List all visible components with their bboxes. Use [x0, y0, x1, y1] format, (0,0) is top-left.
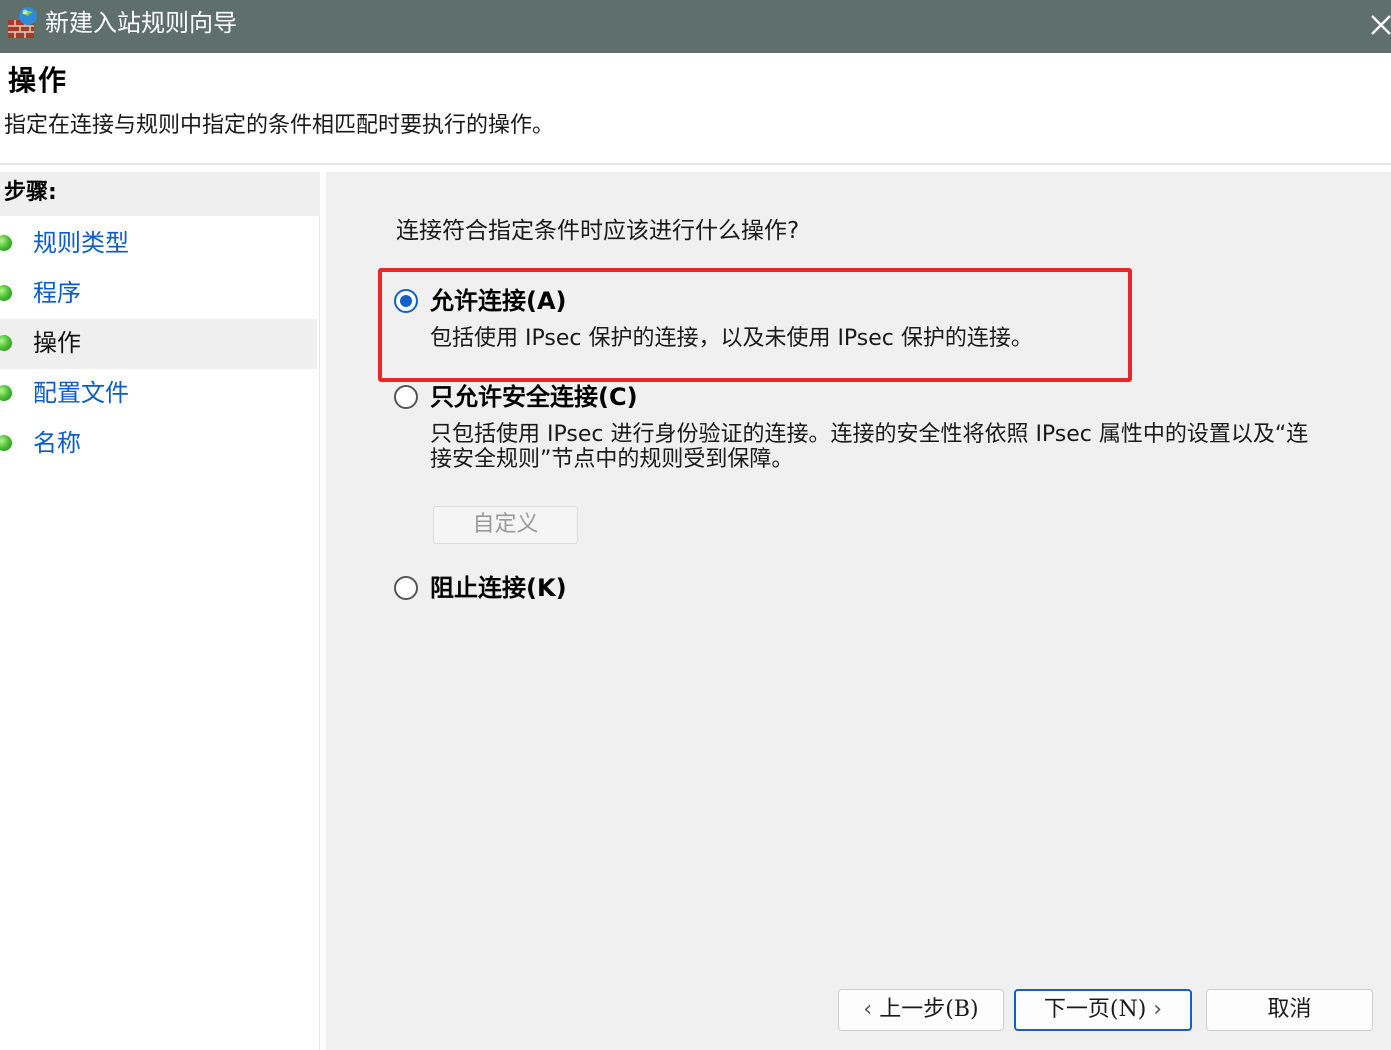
allow-radio[interactable] [394, 289, 418, 313]
next-button[interactable]: 下一页(N) › [1014, 989, 1192, 1031]
sidebar-item-rule-type[interactable]: 规则类型 [0, 219, 317, 269]
firewall-icon [8, 7, 37, 38]
page-title: 操作 [8, 64, 69, 97]
green-dot-icon [0, 235, 12, 251]
green-dot-icon [0, 385, 12, 401]
chevron-right-icon: › [1153, 997, 1163, 1022]
sidebar-item-label: 配置文件 [33, 379, 129, 407]
sidebar-item-name[interactable]: 名称 [0, 419, 317, 469]
wizard-header: 操作 指定在连接与规则中指定的条件相匹配时要执行的操作。 [0, 53, 1391, 165]
allow-description: 包括使用 IPsec 保护的连接，以及未使用 IPsec 保护的连接。 [430, 326, 1033, 351]
sidebar-item-label: 名称 [33, 429, 81, 457]
sidebar-item-profile[interactable]: 配置文件 [0, 369, 317, 419]
chevron-left-icon: ‹ [863, 997, 873, 1022]
title-bar: 新建入站规则向导 [0, 0, 1391, 53]
green-dot-icon [0, 435, 12, 451]
customize-button[interactable]: 自定义 [433, 506, 578, 544]
allow-secure-radio[interactable] [394, 385, 418, 409]
close-icon[interactable] [1364, 6, 1391, 42]
window-title: 新建入站规则向导 [45, 9, 237, 37]
sidebar-item-label: 程序 [33, 279, 81, 307]
cancel-button[interactable]: 取消 [1206, 989, 1373, 1031]
block-label[interactable]: 阻止连接(K) [430, 571, 567, 605]
action-question: 连接符合指定条件时应该进行什么操作? [396, 218, 800, 244]
sidebar-item-label: 操作 [33, 329, 81, 357]
allow-secure-label[interactable]: 只允许安全连接(C) [430, 380, 638, 414]
steps-sidebar: 步骤: 规则类型 程序 操作 配置文件 名称 [0, 172, 320, 1050]
sidebar-item-label: 规则类型 [33, 229, 129, 257]
page-description: 指定在连接与规则中指定的条件相匹配时要执行的操作。 [4, 113, 555, 138]
allow-secure-description: 只包括使用 IPsec 进行身份验证的连接。连接的安全性将依照 IPsec 属性… [430, 422, 1309, 472]
back-button-label: 上一步(B) [879, 997, 979, 1022]
sidebar-item-action[interactable]: 操作 [0, 319, 317, 369]
sidebar-item-program[interactable]: 程序 [0, 269, 317, 319]
next-button-label: 下一页(N) [1043, 997, 1147, 1022]
steps-title: 步骤: [0, 172, 320, 216]
main-panel: 连接符合指定条件时应该进行什么操作? 允许连接(A) 包括使用 IPsec 保护… [326, 172, 1391, 1050]
block-radio[interactable] [394, 576, 418, 600]
back-button[interactable]: ‹ 上一步(B) [838, 989, 1004, 1031]
green-dot-icon [0, 335, 12, 351]
green-dot-icon [0, 285, 12, 301]
allow-label[interactable]: 允许连接(A) [430, 284, 567, 318]
cancel-button-label: 取消 [1267, 997, 1312, 1022]
